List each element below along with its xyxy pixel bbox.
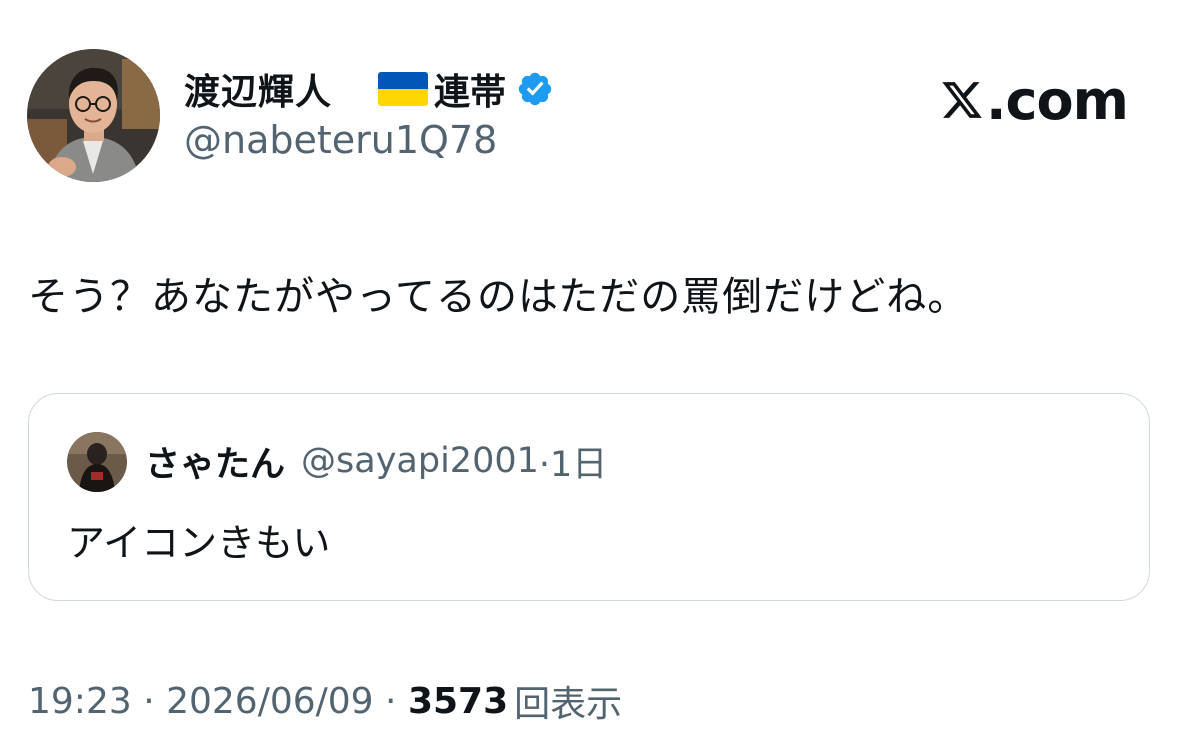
- tweet-text: そう？あなたがやってるのはただの罵倒だけどね。: [28, 274, 969, 320]
- quote-author-avatar[interactable]: [67, 432, 127, 492]
- ukraine-flag-icon: [378, 72, 429, 106]
- views-count: 3573: [407, 680, 509, 722]
- quote-header: さゃたん @sayapi2001 ·1日: [145, 436, 607, 486]
- meta-separator: ·: [373, 680, 408, 722]
- x-logo-icon: [942, 82, 982, 118]
- author-name-suffix: 連帯: [434, 72, 507, 113]
- author-avatar[interactable]: [27, 49, 160, 182]
- author-name-row[interactable]: 渡辺輝人 連帯: [184, 65, 554, 113]
- quote-author-handle[interactable]: @sayapi2001: [301, 441, 539, 481]
- quote-author-name[interactable]: さゃたん: [145, 436, 285, 487]
- x-com-logo: .com: [940, 68, 1129, 132]
- quote-tweet-text: アイコンきもい: [67, 521, 331, 565]
- logo-text: .com: [986, 68, 1129, 132]
- views-label: 回表示: [514, 684, 623, 725]
- author-handle[interactable]: @nabeteru1Q78: [184, 118, 497, 162]
- quote-timestamp: ·1日: [538, 444, 608, 485]
- tweet-time[interactable]: 19:23: [28, 681, 132, 722]
- tweet-date[interactable]: 2026/06/09: [166, 681, 374, 722]
- tweet-meta: 19:23 · 2026/06/09 · 3573 回表示: [28, 675, 622, 727]
- quote-tweet-card[interactable]: さゃたん @sayapi2001 ·1日 アイコンきもい: [28, 393, 1150, 601]
- meta-separator: ·: [131, 680, 167, 722]
- author-display-name[interactable]: 渡辺輝人: [184, 63, 332, 115]
- verified-badge-icon[interactable]: [516, 70, 554, 108]
